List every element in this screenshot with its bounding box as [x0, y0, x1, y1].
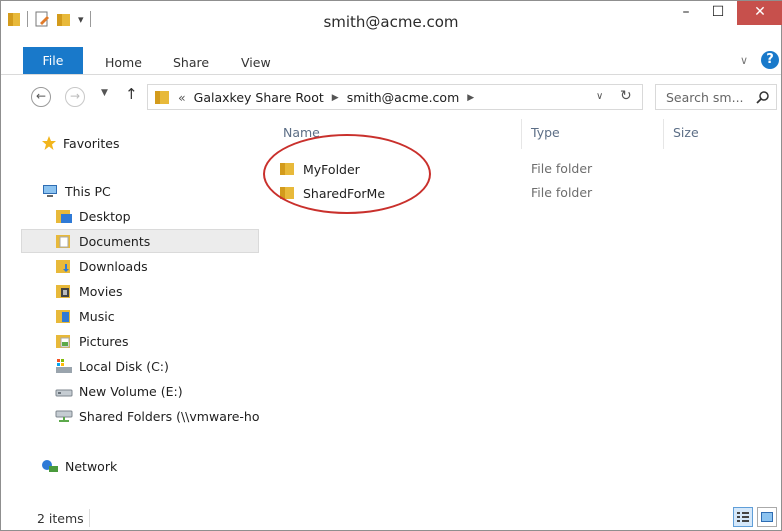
sidebar-item-label: Downloads	[79, 258, 148, 274]
documents-folder-icon	[56, 235, 70, 248]
status-bar: 2 items	[1, 503, 781, 531]
sidebar-item-label: Desktop	[79, 208, 131, 224]
breadcrumb-galaxkey-share-root[interactable]: Galaxkey Share Root	[194, 90, 324, 105]
back-button[interactable]: ←	[31, 87, 51, 107]
music-folder-icon	[56, 310, 70, 323]
sidebar-item-label: Network	[65, 458, 118, 474]
sidebar-item-this-pc[interactable]: This PC	[41, 179, 111, 203]
file-type: File folder	[531, 161, 593, 176]
tab-view[interactable]: View	[241, 55, 271, 70]
window-title: smith@acme.com	[323, 13, 459, 31]
sidebar-item-label: New Volume (E:)	[79, 383, 183, 399]
computer-icon	[43, 185, 57, 197]
sidebar-item-downloads[interactable]: Downloads	[55, 254, 148, 278]
sidebar-item-label: Music	[79, 308, 115, 324]
movies-folder-icon	[56, 285, 70, 298]
sidebar-item-music[interactable]: Music	[55, 304, 115, 328]
address-bar[interactable]: « Galaxkey Share Root ▶ smith@acme.com ▶…	[147, 84, 643, 110]
sidebar-item-desktop[interactable]: Desktop	[55, 204, 131, 228]
sidebar-item-network[interactable]: Network	[41, 454, 117, 478]
sidebar-item-label: Documents	[79, 233, 151, 249]
folder-icon	[155, 91, 169, 104]
network-icon	[42, 460, 58, 472]
column-header-size[interactable]: Size	[673, 125, 699, 140]
navigation-bar: ← → ▼ ↑ « Galaxkey Share Root ▶ smith@ac…	[1, 79, 781, 113]
search-icon[interactable]	[756, 90, 770, 104]
sidebar-item-new-volume[interactable]: New Volume (E:)	[55, 379, 183, 403]
help-button[interactable]: ?	[761, 51, 779, 69]
navigation-pane: Favorites This PC Desktop Documents Down…	[1, 119, 263, 501]
sidebar-item-label: Favorites	[63, 135, 120, 151]
tab-file[interactable]: File	[23, 47, 83, 74]
sidebar-item-local-disk[interactable]: Local Disk (C:)	[55, 354, 169, 378]
search-placeholder: Search sm...	[666, 90, 744, 105]
maximize-button[interactable]: ☐	[703, 1, 733, 25]
large-icons-view-button[interactable]	[757, 507, 777, 527]
ribbon: File Home Share View ∨ ?	[1, 47, 781, 75]
sidebar-item-label: Shared Folders (\\vmware-ho	[79, 408, 260, 424]
explorer-window: ▾ smith@acme.com – ☐ ✕ File Home Share V…	[0, 0, 782, 531]
title-bar: ▾ smith@acme.com – ☐ ✕	[1, 1, 782, 39]
tab-share[interactable]: Share	[173, 55, 209, 70]
tab-home[interactable]: Home	[105, 55, 142, 70]
sidebar-item-favorites[interactable]: Favorites	[41, 131, 119, 155]
sidebar-item-label: Pictures	[79, 333, 129, 349]
refresh-icon[interactable]: ↻	[620, 88, 632, 104]
large-icons-view-icon	[761, 512, 773, 522]
sidebar-item-label: Movies	[79, 283, 123, 299]
forward-button[interactable]: →	[65, 87, 85, 107]
sidebar-item-movies[interactable]: Movies	[55, 279, 123, 303]
sidebar-item-pictures[interactable]: Pictures	[55, 329, 129, 353]
column-header-type[interactable]: Type	[531, 125, 560, 140]
network-drive-icon	[55, 410, 73, 422]
local-disk-icon	[56, 359, 72, 373]
details-view-icon	[737, 512, 749, 522]
expand-ribbon-chevron-icon[interactable]: ∨	[740, 54, 748, 67]
file-type: File folder	[531, 185, 593, 200]
sidebar-item-shared-folders[interactable]: Shared Folders (\\vmware-ho	[55, 404, 261, 428]
up-button[interactable]: ↑	[125, 85, 138, 103]
sidebar-item-label: Local Disk (C:)	[79, 358, 169, 374]
desktop-folder-icon	[56, 210, 72, 223]
drive-icon	[55, 389, 73, 397]
highlight-ellipse	[263, 134, 431, 214]
item-count: 2 items	[37, 511, 84, 526]
search-input[interactable]: Search sm...	[655, 84, 777, 110]
sidebar-item-label: This PC	[65, 183, 111, 199]
downloads-folder-icon	[56, 260, 70, 273]
breadcrumb-chevron-icon[interactable]: ▶	[467, 93, 474, 103]
breadcrumb-chevron-icon[interactable]: ▶	[332, 93, 339, 103]
minimize-button[interactable]: –	[671, 1, 701, 25]
address-dropdown-icon[interactable]: ∨	[596, 91, 603, 102]
sidebar-item-documents[interactable]: Documents	[21, 229, 259, 253]
star-icon	[42, 136, 56, 150]
recent-locations-chevron-icon[interactable]: ▼	[101, 88, 108, 98]
status-divider	[89, 509, 90, 527]
close-button[interactable]: ✕	[737, 1, 782, 25]
breadcrumb-smith-acme[interactable]: smith@acme.com	[347, 90, 460, 105]
column-divider[interactable]	[663, 119, 664, 149]
details-view-button[interactable]	[733, 507, 753, 527]
pictures-folder-icon	[56, 335, 70, 348]
column-divider[interactable]	[521, 119, 522, 149]
breadcrumb-overflow[interactable]: «	[178, 90, 186, 105]
